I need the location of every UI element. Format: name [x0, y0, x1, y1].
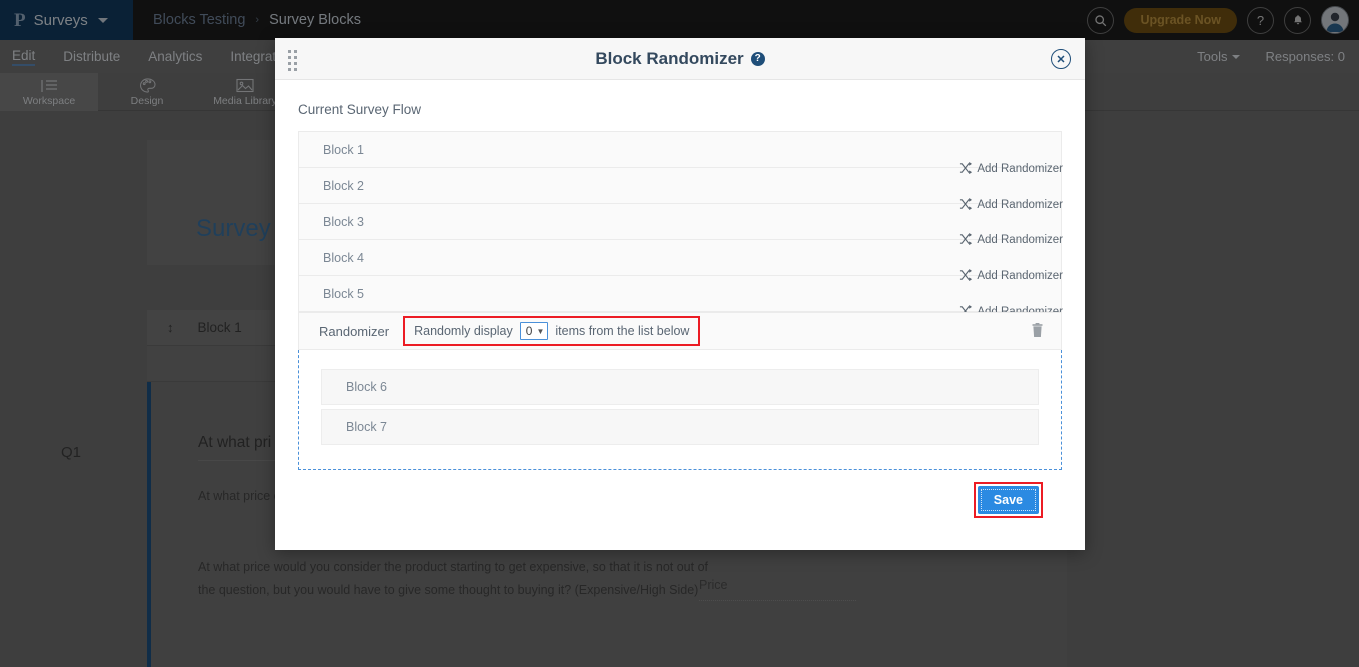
flow-row-label: Block 5 — [323, 287, 364, 301]
drag-handle-icon[interactable] — [288, 50, 297, 71]
shuffle-icon — [959, 162, 972, 175]
app-root: P Surveys Blocks Testing › Survey Blocks… — [0, 0, 1359, 667]
block-randomizer-modal: Block Randomizer ? ✕ Current Survey Flow… — [275, 38, 1085, 550]
add-randomizer-link[interactable]: Add Randomizer — [959, 198, 1063, 211]
add-randomizer-label: Add Randomizer — [977, 199, 1063, 211]
shuffle-icon — [959, 269, 972, 282]
shuffle-icon — [959, 233, 972, 246]
flow-row[interactable]: Block 5 — [299, 276, 1061, 312]
flow-row[interactable]: Block 4 — [299, 240, 1061, 276]
flow-row-label: Block 3 — [323, 215, 364, 229]
randomizer-label: Randomizer — [319, 324, 389, 339]
save-button-highlight: Save — [974, 482, 1043, 518]
modal-title-label: Block Randomizer — [595, 49, 743, 69]
randomizer-count-select[interactable]: 0 ▼ — [520, 322, 549, 340]
shuffle-icon — [959, 198, 972, 211]
trash-icon[interactable] — [1031, 323, 1044, 343]
randomizer-items-container: Block 6 Block 7 — [298, 350, 1062, 470]
flow-row[interactable]: Block 3 — [299, 204, 1061, 240]
add-randomizer-link[interactable]: Add Randomizer — [959, 162, 1063, 175]
current-survey-flow-label: Current Survey Flow — [298, 102, 1062, 117]
randomizer-item[interactable]: Block 7 — [321, 409, 1039, 445]
modal-title: Block Randomizer ? — [595, 49, 764, 69]
add-randomizer-link[interactable]: Add Randomizer — [959, 233, 1063, 246]
chevron-down-icon: ▼ — [536, 327, 544, 336]
randomizer-header: Randomizer Randomly display 0 ▼ items fr… — [298, 312, 1062, 350]
flow-row-label: Block 1 — [323, 143, 364, 157]
help-icon[interactable]: ? — [751, 52, 765, 66]
save-button[interactable]: Save — [978, 486, 1039, 514]
modal-footer: Save — [298, 470, 1062, 528]
flow-row[interactable]: Block 2 — [299, 168, 1061, 204]
randomizer-suffix-text: items from the list below — [555, 324, 689, 338]
modal-body: Current Survey Flow Block 1 Add Randomiz… — [275, 80, 1085, 528]
randomizer-item-label: Block 6 — [346, 380, 387, 394]
add-randomizer-label: Add Randomizer — [977, 270, 1063, 282]
add-randomizer-label: Add Randomizer — [977, 234, 1063, 246]
randomizer-prefix-text: Randomly display — [414, 324, 513, 338]
modal-header: Block Randomizer ? ✕ — [275, 38, 1085, 80]
close-icon[interactable]: ✕ — [1051, 49, 1071, 69]
flow-row[interactable]: Block 1 — [299, 132, 1061, 168]
randomizer-count-control: Randomly display 0 ▼ items from the list… — [403, 316, 700, 346]
flow-row-label: Block 2 — [323, 179, 364, 193]
randomizer-group: Randomizer Randomly display 0 ▼ items fr… — [298, 312, 1062, 470]
randomizer-item[interactable]: Block 6 — [321, 369, 1039, 405]
survey-flow-list: Block 1 Add Randomizer Block 2 — [298, 131, 1062, 312]
randomizer-item-label: Block 7 — [346, 420, 387, 434]
flow-row-label: Block 4 — [323, 251, 364, 265]
randomizer-count-value: 0 — [526, 324, 533, 338]
add-randomizer-link[interactable]: Add Randomizer — [959, 269, 1063, 282]
add-randomizer-label: Add Randomizer — [977, 163, 1063, 175]
